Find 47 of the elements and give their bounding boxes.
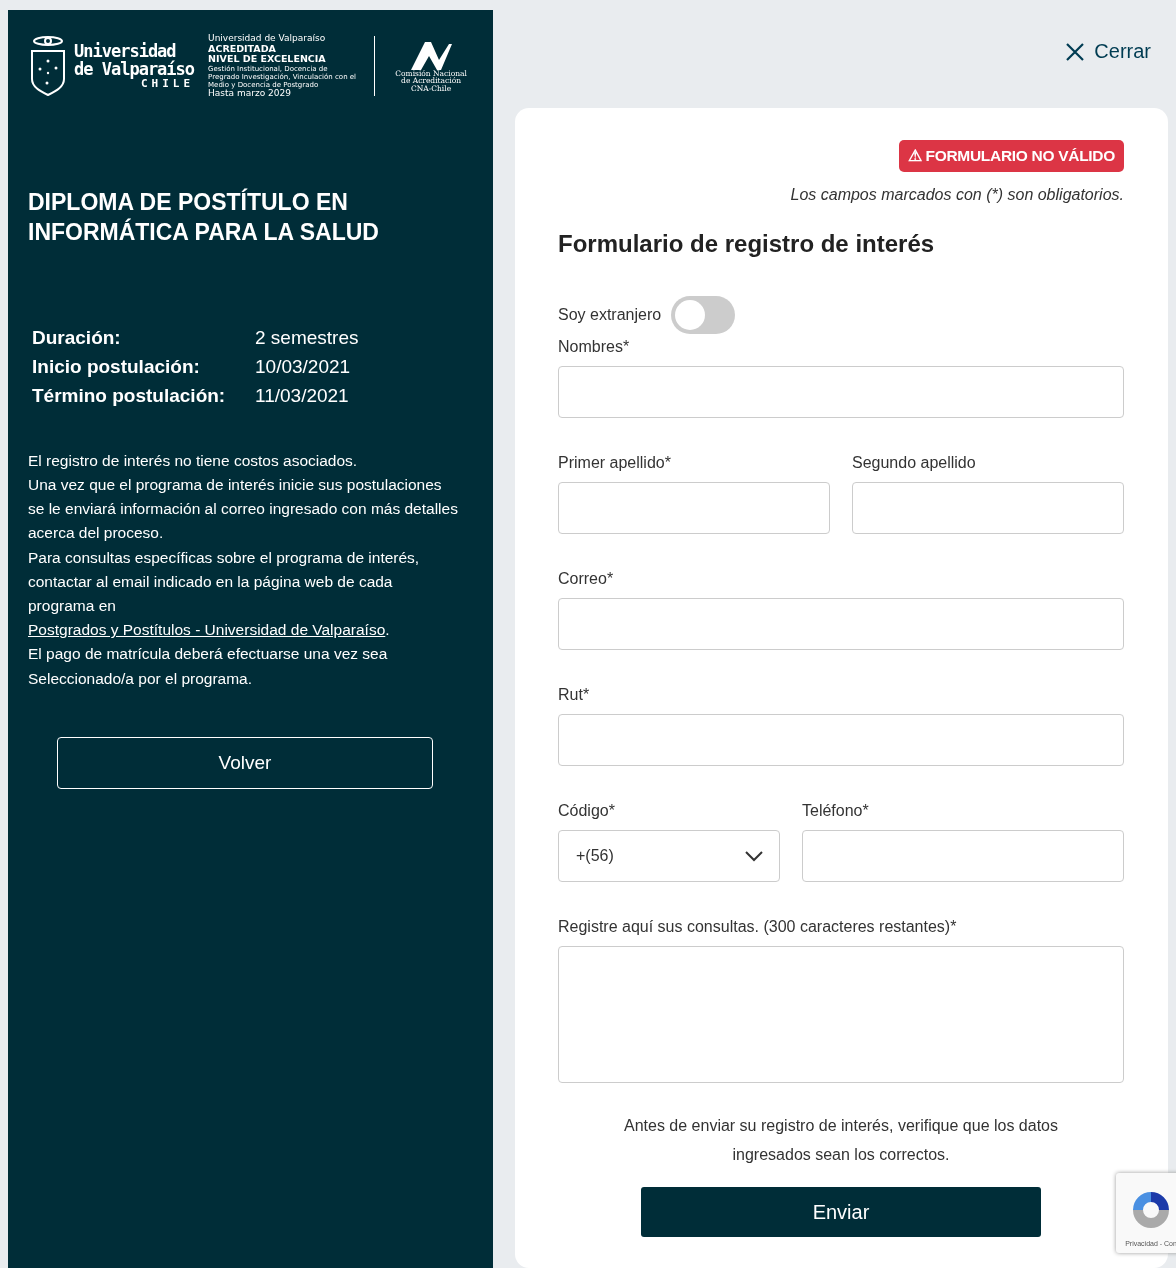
info-paragraph: Una vez que el programa de interés inicie sus postulaciones se le enviará información al correo ingresado con más detalles acerca del proceso. xyxy=(28,475,459,544)
detail-label: Duración: xyxy=(32,326,122,349)
field-label: Teléfono* xyxy=(802,802,870,820)
detail-value: 2 semestres xyxy=(255,326,360,349)
field-label: Primer apellido* xyxy=(558,454,672,472)
program-title: DIPLOMA DE POSTÍTULO EN INFORMÁTICA PARA LA SALUD xyxy=(28,187,380,247)
accreditation-text: Universidad de Valparaíso xyxy=(208,34,327,44)
input-field[interactable] xyxy=(852,482,1124,534)
field-label: Rut* xyxy=(558,686,591,704)
input-field[interactable] xyxy=(558,598,1124,650)
field-label: Segundo apellido xyxy=(852,454,977,472)
chevron-down-icon xyxy=(745,850,763,862)
input-field[interactable] xyxy=(558,714,1124,766)
submit-button[interactable]: Enviar xyxy=(641,1187,1041,1237)
invalid-form-badge: ⚠ FORMULARIO NO VÁLIDO xyxy=(898,140,1124,172)
field-label: Registre aquí sus consultas. (300 caracteres restantes)* xyxy=(558,918,958,936)
close-button[interactable]: Cerrar xyxy=(1066,40,1151,63)
text-area[interactable] xyxy=(558,946,1124,1083)
input-field[interactable] xyxy=(558,366,1124,418)
close-icon xyxy=(1066,42,1085,61)
field-label: Código* xyxy=(558,802,616,820)
field-label: Correo* xyxy=(558,570,615,588)
toggle-label: Soy extranjero xyxy=(558,306,662,324)
info-paragraph: Para consultas específicas sobre el programa de interés, contactar al email indicado en la página web de cada programa en Postgrados y Postítulos - Universidad de Valparaíso. xyxy=(28,547,421,641)
cna-logo-icon xyxy=(409,39,454,70)
shield-crest-icon xyxy=(28,35,68,98)
field-label: Nombres* xyxy=(558,338,631,356)
required-note: Los campos marcados con (*) son obligatorios. xyxy=(790,186,1124,204)
detail-label: Término postulación: xyxy=(32,384,227,407)
input-field[interactable] xyxy=(802,830,1124,882)
country-code-select[interactable]: +(56) xyxy=(558,830,780,882)
logo-text: CHILE xyxy=(140,78,195,90)
detail-value: 10/03/2021 xyxy=(255,355,352,378)
detail-value: 11/03/2021 xyxy=(255,384,350,407)
accreditation-text: ACREDITADA xyxy=(208,43,277,55)
logo-text: de Valparaíso xyxy=(74,60,195,79)
back-button[interactable]: Volver xyxy=(57,736,433,789)
accreditation-text: NIVEL DE EXCELENCIA xyxy=(208,54,327,65)
input-field[interactable] xyxy=(558,482,830,534)
form-title: Formulario de registro de interés xyxy=(558,230,936,258)
logo-text: Universidad xyxy=(74,42,176,61)
info-paragraph: El registro de interés no tiene costos asociados. xyxy=(28,450,359,471)
toggle-switch[interactable] xyxy=(671,296,736,334)
detail-label: Inicio postulación: xyxy=(32,355,201,378)
accreditation-text: Hasta marzo 2029 xyxy=(208,88,291,99)
info-paragraph: El pago de matrícula deberá efectuarse una vez sea Seleccionado/a por el programa. xyxy=(28,644,389,689)
notice-text: Antes de enviar su registro de interés, verifique que los datos ingresados sean los correctos. xyxy=(623,1116,1059,1165)
